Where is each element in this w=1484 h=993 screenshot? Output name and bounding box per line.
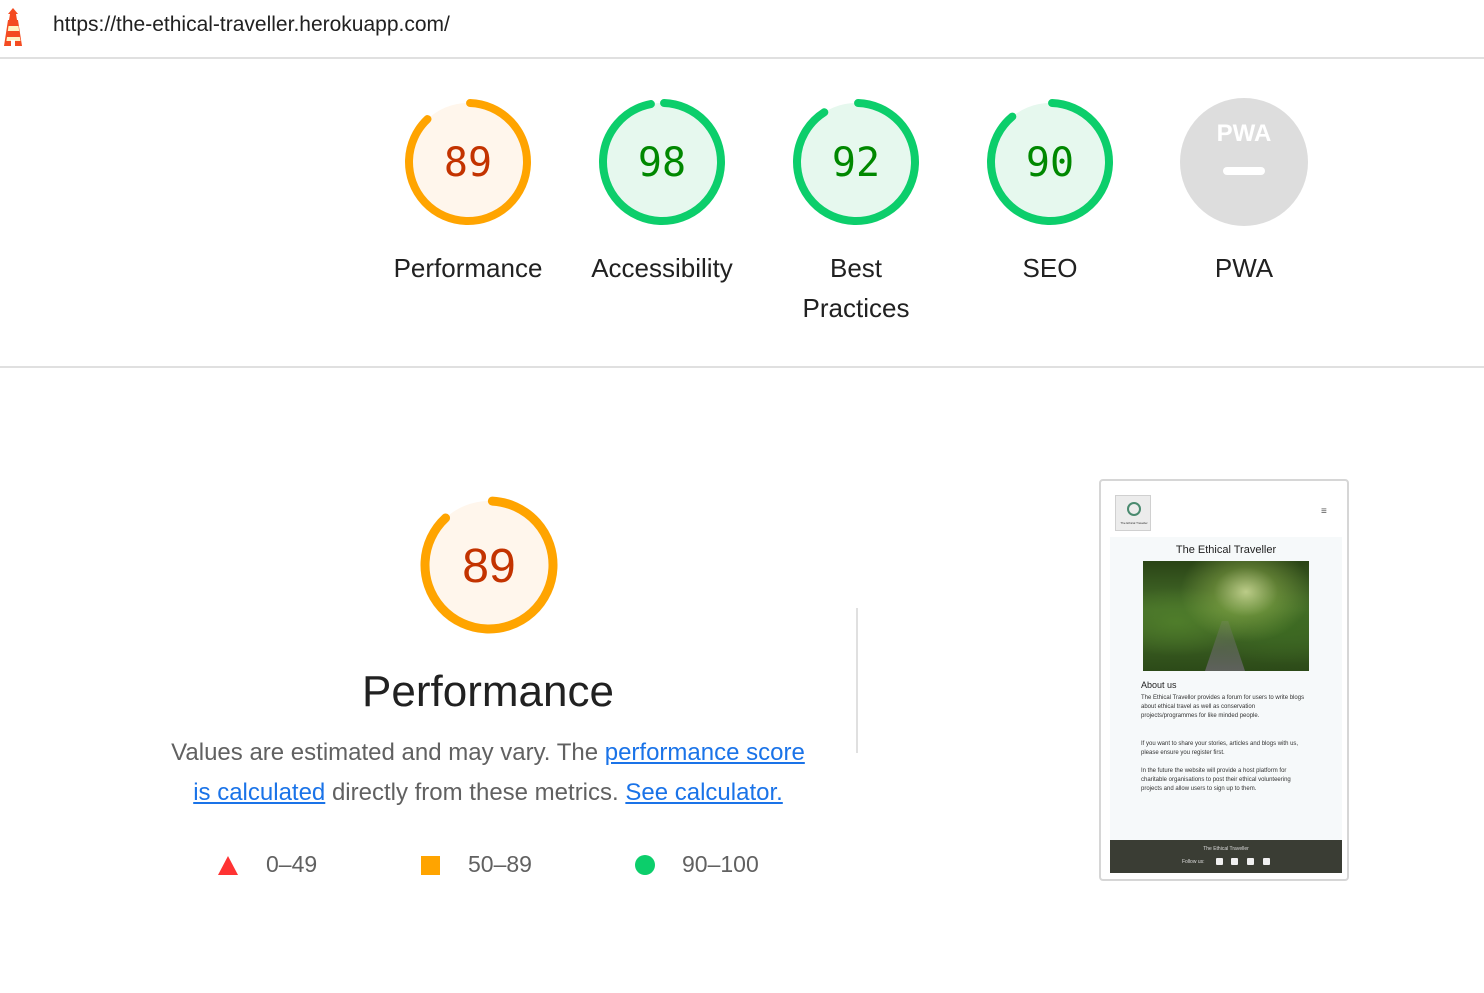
legend-fail: 0–49 [218,850,398,880]
legend-average: 50–89 [420,850,600,880]
site-footer: The Ethical Traveller Follow us: [1110,840,1342,873]
instagram-icon [1247,858,1254,865]
about-paragraph-1: The Ethical Travellor provides a forum f… [1141,695,1305,719]
see-calculator-link[interactable]: See calculator. [625,779,782,806]
final-screenshot[interactable]: The Ethical Traveller ≡ The Ethical Trav… [1099,479,1349,881]
score-value: 89 [444,140,492,186]
performance-heading: Performance [362,667,614,716]
footer-follow: Follow us: [1182,859,1205,865]
score-value: 98 [638,140,686,186]
category-label: Best Practices [802,253,910,323]
category-pwa[interactable]: PWA PWA [1149,96,1339,288]
page-url[interactable]: https://the-ethical-traveller.herokuapp.… [53,13,450,37]
category-label: SEO [1022,253,1078,283]
performance-description-text-2: directly from these metrics. [325,779,626,806]
twitter-icon [1231,858,1238,865]
legend-range: 90–100 [682,851,759,877]
hamburger-menu-icon: ≡ [1321,506,1327,517]
category-label: Accessibility [591,253,733,283]
site-logo: The Ethical Traveller [1115,495,1151,531]
site-main: The Ethical Traveller About us The Ethic… [1110,537,1342,840]
about-paragraph-2: If you want to share your stories, artic… [1141,741,1299,756]
score-gauge: 90 [987,99,1113,225]
pwa-badge: PWA [1180,98,1308,226]
category-label: PWA [1214,253,1274,283]
category-label: Performance [393,253,543,283]
performance-gauge-large: 89 [414,490,564,645]
performance-score-large: 89 [462,540,515,593]
score-gauge: 92 [793,99,919,225]
square-icon [421,856,440,875]
category-seo[interactable]: 90 SEO [955,96,1145,288]
about-paragraph-3: In the future the website will provide a… [1141,768,1291,792]
facebook-icon [1216,858,1223,865]
youtube-icon [1263,858,1270,865]
pwa-dash-icon [1223,167,1265,175]
legend-pass: 90–100 [635,850,815,880]
about-heading: About us [1141,680,1177,690]
score-gauge: 98 [599,99,725,225]
footer-title: The Ethical Traveller [1203,846,1249,852]
url-bar: https://the-ethical-traveller.herokuapp.… [0,0,1484,59]
score-value: 90 [1026,140,1074,186]
category-performance[interactable]: 89 Performance [373,96,563,288]
score-value: 92 [832,140,880,186]
site-logo-text: The Ethical Traveller [1120,521,1148,525]
lighthouse-icon [4,8,22,46]
category-best-practices[interactable]: 92 Best Practices [761,96,951,328]
section-divider [0,366,1484,368]
circle-icon [635,855,655,875]
site-title: The Ethical Traveller [1175,544,1277,556]
legend-range: 0–49 [266,851,318,877]
pwa-badge-text: PWA [1217,120,1272,147]
category-accessibility[interactable]: 98 Accessibility [567,96,757,288]
performance-description: Values are estimated and may vary. The p… [160,733,816,813]
score-gauge: 89 [405,99,531,225]
performance-description-text: Values are estimated and may vary. The [171,739,605,766]
legend-range: 50–89 [468,851,532,877]
triangle-icon [218,856,238,875]
forest-path-image [1143,561,1309,671]
vertical-divider [856,608,858,753]
